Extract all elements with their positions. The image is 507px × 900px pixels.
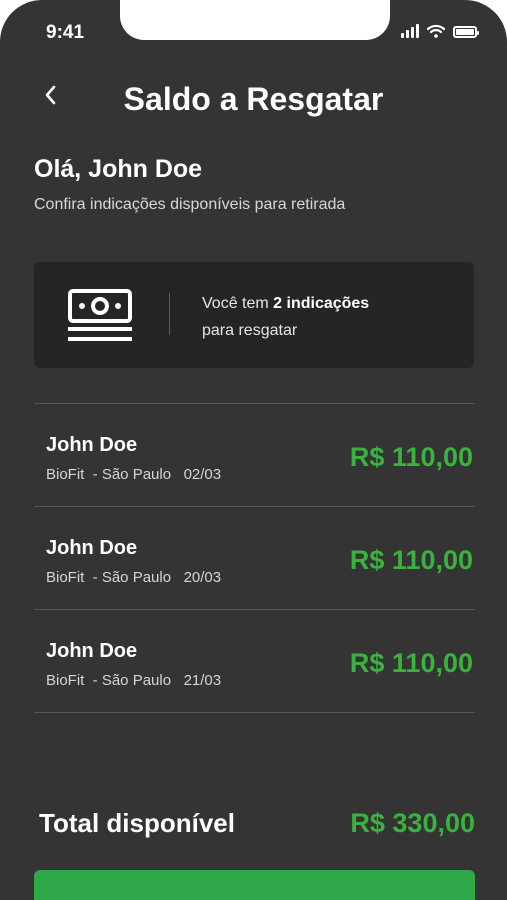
referral-amount: R$ 110,00 bbox=[349, 442, 473, 472]
referral-row[interactable]: John Doe BioFit - São Paulo 02/03 R$ 110… bbox=[34, 404, 475, 506]
signal-icon bbox=[401, 24, 419, 38]
referral-name: John Doe bbox=[46, 434, 138, 456]
status-icons bbox=[401, 24, 479, 38]
referral-amount: R$ 110,00 bbox=[349, 648, 473, 678]
referral-place: BioFit - São Paulo bbox=[46, 672, 172, 689]
divider bbox=[34, 712, 475, 713]
device-notch bbox=[120, 0, 390, 40]
withdraw-button[interactable] bbox=[34, 870, 475, 900]
wifi-icon bbox=[427, 24, 445, 38]
app-screen: 9:41 Saldo a Resgatar Olá, John Doe Conf… bbox=[0, 0, 507, 900]
referral-date: 02/03 bbox=[183, 466, 222, 483]
battery-icon bbox=[453, 26, 479, 38]
summary-text-prefix: Você tem bbox=[202, 295, 274, 312]
referral-summary-card: Você tem 2 indicações para resgatar bbox=[34, 262, 474, 368]
referral-list: John Doe BioFit - São Paulo 02/03 R$ 110… bbox=[34, 403, 475, 713]
referral-name: John Doe bbox=[46, 537, 138, 559]
greeting-subtitle: Confira indicações disponíveis para reti… bbox=[34, 196, 346, 213]
referral-meta: BioFit - São Paulo 02/03 bbox=[46, 466, 221, 483]
referral-date: 20/03 bbox=[183, 569, 222, 586]
referral-row[interactable]: John Doe BioFit - São Paulo 21/03 R$ 110… bbox=[34, 610, 475, 712]
summary-count: 2 indicações bbox=[273, 295, 370, 312]
money-icon bbox=[68, 289, 132, 341]
card-divider bbox=[169, 293, 170, 335]
summary-text-suffix: para resgatar bbox=[202, 322, 298, 339]
referral-meta: BioFit - São Paulo 20/03 bbox=[46, 569, 221, 586]
referral-row[interactable]: John Doe BioFit - São Paulo 20/03 R$ 110… bbox=[34, 507, 475, 609]
referral-name: John Doe bbox=[46, 640, 138, 662]
status-time: 9:41 bbox=[46, 22, 85, 43]
referral-amount: R$ 110,00 bbox=[349, 545, 473, 575]
total-value: R$ 330,00 bbox=[350, 808, 475, 838]
greeting-title: Olá, John Doe bbox=[34, 155, 203, 183]
referral-place: BioFit - São Paulo bbox=[46, 466, 172, 483]
referral-place: BioFit - São Paulo bbox=[46, 569, 172, 586]
page-title: Saldo a Resgatar bbox=[123, 81, 384, 117]
referral-meta: BioFit - São Paulo 21/03 bbox=[46, 672, 221, 689]
referral-date: 21/03 bbox=[183, 672, 222, 689]
total-label: Total disponível bbox=[39, 808, 235, 838]
summary-text: Você tem 2 indicações para resgatar bbox=[202, 290, 369, 344]
